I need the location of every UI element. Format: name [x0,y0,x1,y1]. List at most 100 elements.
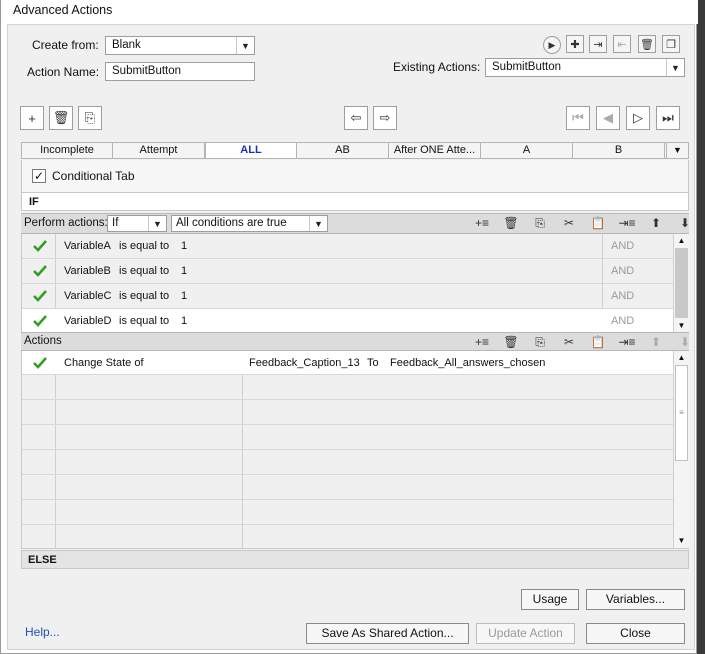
add-tab-button[interactable]: + [20,106,44,130]
next-icon: ▷ [633,110,643,125]
prev-tab-button[interactable]: ◀ [596,106,620,130]
action-command: Change State of [64,357,144,369]
action-state: Feedback_All_answers_chosen [390,357,546,369]
actions-scrollbar[interactable]: ▲ ≡ ▼ [673,351,689,548]
cut-icon[interactable]: ✂ [560,334,578,350]
play-icon: ▶ [548,39,556,50]
move-tab-right-button[interactable]: ⇨ [373,106,397,130]
paste-icon[interactable]: 📋 [589,215,607,231]
actions-label: Actions [24,335,62,347]
move-down-icon[interactable]: ⬇ [676,215,694,231]
empty-row[interactable] [22,500,674,525]
delete-action-button[interactable]: 🗑 [638,35,656,53]
trash-icon[interactable]: 🗑 [502,215,520,231]
plus-icon: ✚ [570,38,580,51]
scroll-down-icon[interactable]: ▼ [674,534,689,548]
condition-row[interactable]: VariableB is equal to 1 AND [22,259,674,284]
actions-grid: Change State of Feedback_Caption_13 To F… [21,351,689,549]
duplicate-icon: ❐ [666,38,676,51]
preview-play-button[interactable]: ▶ [543,36,561,54]
check-icon [33,240,47,252]
move-tab-left-button[interactable]: ⇦ [344,106,368,130]
condition-operator: is equal to [119,265,170,277]
tab-ab[interactable]: AB [297,143,389,158]
empty-row[interactable] [22,475,674,500]
save-as-shared-action-button[interactable]: Save As Shared Action... [306,623,469,644]
perform-mode-dropdown[interactable]: If ▼ [107,215,167,232]
cut-icon[interactable]: ✂ [560,215,578,231]
empty-row[interactable] [22,450,674,475]
tab-after-one-attempt[interactable]: After ONE Atte... [389,143,481,158]
usage-button[interactable]: Usage [521,589,579,610]
update-action-button[interactable]: Update Action [476,623,575,644]
scroll-up-icon[interactable]: ▲ [674,234,689,248]
empty-row[interactable] [22,400,674,425]
duplicate-action-button[interactable]: ❐ [662,35,680,53]
first-tab-button[interactable]: ⏮ [566,106,590,130]
tab-b[interactable]: B [573,143,665,158]
perform-mode-value: If [112,217,119,229]
indent-icon[interactable]: ⇥≡ [618,215,636,231]
move-up-icon[interactable]: ⬆ [647,334,665,350]
close-button[interactable]: Close [586,623,685,644]
empty-row[interactable] [22,375,674,400]
empty-row[interactable] [22,525,674,550]
first-icon: ⏮ [572,110,584,125]
actions-bar: Actions +≡ 🗑 ⎘ ✂ 📋 ⇥≡ ⬆ ⬇ [21,332,690,351]
insert-row-icon[interactable]: +≡ [473,334,491,350]
tab-incomplete[interactable]: Incomplete [22,143,113,158]
window-title: Advanced Actions [1,0,698,24]
trash-icon: 🗑 [640,38,654,51]
chevron-down-icon: ▼ [148,216,166,231]
last-tab-button[interactable]: ⏭ [656,106,680,130]
action-row[interactable]: Change State of Feedback_Caption_13 To F… [22,351,674,375]
indent-icon[interactable]: ⇥≡ [618,334,636,350]
scroll-up-icon[interactable]: ▲ [674,351,689,365]
condition-row[interactable]: VariableA is equal to 1 AND [22,234,674,259]
condition-value: 1 [181,265,188,277]
create-from-dropdown[interactable]: Blank ▼ [105,36,255,55]
export-icon: ⇤ [617,38,627,51]
tab-a[interactable]: A [481,143,573,158]
trash-icon[interactable]: 🗑 [502,334,520,350]
conditional-tab-checkbox[interactable]: ✓ [32,169,46,183]
conditions-scrollbar[interactable]: ▲ ▼ [673,234,689,333]
next-tab-button[interactable]: ▷ [626,106,650,130]
copy-icon[interactable]: ⎘ [531,215,549,231]
variables-button[interactable]: Variables... [586,589,685,610]
tab-attempt[interactable]: Attempt [113,143,205,158]
condition-row[interactable]: VariableC is equal to 1 AND [22,284,674,309]
import-icon: ⇥ [593,38,603,51]
move-down-icon[interactable]: ⬇ [676,334,694,350]
tab-all[interactable]: ALL [205,143,297,158]
action-name-label: Action Name: [27,65,100,79]
conditions-mode-value: All conditions are true [176,217,287,229]
conditions-mode-dropdown[interactable]: All conditions are true ▼ [171,215,328,232]
tabs-overflow-button[interactable]: ▼ [666,143,688,158]
existing-actions-dropdown[interactable]: SubmitButton ▼ [485,58,685,77]
help-link[interactable]: Help... [25,625,60,639]
chevron-down-icon: ▼ [673,145,682,155]
condition-join: AND [611,290,635,302]
condition-value: 1 [181,240,188,252]
export-action-button[interactable]: ⇤ [613,35,631,53]
scroll-thumb[interactable]: ≡ [675,365,688,461]
if-section-header: IF [21,192,689,211]
existing-actions-value: SubmitButton [492,61,562,73]
insert-row-icon[interactable]: +≡ [473,215,491,231]
import-action-button[interactable]: ⇥ [589,35,607,53]
duplicate-tab-button[interactable]: ⎘ [78,106,102,130]
scroll-thumb[interactable] [675,248,688,318]
condition-row[interactable]: VariableD is equal to 1 AND [22,309,674,334]
move-up-icon[interactable]: ⬆ [647,215,665,231]
add-action-button[interactable]: ✚ [566,35,584,53]
action-name-input[interactable]: SubmitButton [105,62,255,81]
copy-icon[interactable]: ⎘ [531,334,549,350]
perform-actions-label: Perform actions: [24,217,108,229]
condition-variable: VariableA [64,240,111,252]
dialog-client: Create from: Blank ▼ Action Name: Submit… [7,24,695,650]
paste-icon[interactable]: 📋 [589,334,607,350]
scroll-down-icon[interactable]: ▼ [674,319,689,333]
delete-tab-button[interactable]: 🗑 [49,106,73,130]
empty-row[interactable] [22,425,674,450]
